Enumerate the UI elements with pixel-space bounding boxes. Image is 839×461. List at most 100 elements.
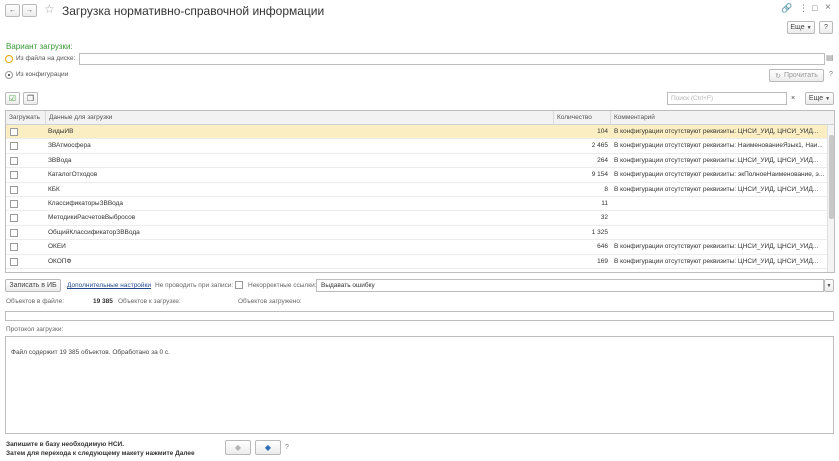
refresh-icon: ↻ — [775, 72, 781, 80]
read-label: Прочитать — [783, 72, 818, 79]
table-row[interactable]: ВидыИВ 104 В конфигурации отсутствуют рекв… — [6, 125, 828, 140]
to-load-label: Объектов к загрузке: — [118, 298, 181, 305]
favorite-star-icon[interactable]: ☆ — [44, 2, 55, 16]
row-count: 104 — [597, 128, 608, 135]
row-data-name: ЗВВода — [48, 156, 72, 164]
row-data-name: ОКОПФ — [48, 257, 72, 265]
bad-links-dropdown-button[interactable]: ▼ — [824, 279, 834, 292]
log-label: Протокол загрузки: — [6, 326, 64, 333]
load-checkbox[interactable] — [10, 185, 18, 194]
diamond-left-icon: ◆ — [234, 443, 242, 452]
row-comment: В конфигурации отсутствуют реквизиты: ЦН… — [614, 257, 819, 265]
row-count: 646 — [597, 243, 608, 251]
from-file-radio[interactable] — [5, 55, 13, 63]
load-checkbox[interactable] — [10, 257, 18, 266]
column-header-comment[interactable]: Комментарий — [611, 111, 834, 125]
load-checkbox[interactable] — [10, 171, 18, 180]
search-input[interactable]: Поиск (Ctrl+F) — [667, 92, 787, 105]
loaded-label: Объектов загружено: — [238, 298, 302, 305]
row-data-name: ОКЕИ — [48, 243, 66, 251]
table-more-label: Еще — [808, 95, 824, 102]
chevron-down-icon: ▼ — [806, 24, 812, 31]
uncheck-all-button[interactable]: ❐ — [23, 92, 38, 105]
bad-links-select[interactable]: Выдавать ошибку — [316, 279, 824, 292]
help-label: ? — [824, 24, 828, 31]
uncheck-all-icon: ❐ — [26, 94, 35, 103]
clear-label: × — [790, 95, 796, 102]
table-more-button[interactable]: Еще ▼ — [805, 92, 834, 105]
row-comment: В конфигурации отсутствуют реквизиты: На… — [614, 142, 823, 150]
in-file-value: 19 385 — [93, 298, 113, 305]
table-row[interactable]: КлассификаторыЗВВода 11 — [6, 197, 828, 212]
column-header-data[interactable]: Данные для загрузки — [46, 111, 554, 125]
from-config-radio[interactable] — [5, 71, 13, 79]
more-button[interactable]: Еще ▼ — [787, 21, 815, 34]
table-row[interactable]: ОКЕИ 646 В конфигурации отсутствуют реквиз… — [6, 240, 828, 255]
write-label: Записать в ИБ — [9, 282, 57, 289]
load-checkbox[interactable] — [10, 214, 18, 223]
close-icon[interactable]: × — [825, 2, 831, 13]
load-checkbox[interactable] — [10, 243, 18, 252]
table-row[interactable]: ЗВВода 264 В конфигурации отсутствуют рекв… — [6, 154, 828, 169]
footer-help-label[interactable]: ? — [285, 444, 289, 451]
row-data-name: ЗВАтмосфера — [48, 142, 91, 150]
read-help-label[interactable]: ? — [829, 71, 833, 78]
load-checkbox[interactable] — [10, 199, 18, 208]
from-config-label: Из конфигурации — [16, 71, 69, 78]
table-row[interactable]: МетодикиРасчетовВыбросов 32 — [6, 211, 828, 226]
table-row[interactable]: ОбщийКлассификаторЗВВода 1 325 — [6, 226, 828, 241]
clear-search-button[interactable]: × — [788, 92, 798, 105]
menu-dots-icon[interactable]: ⋮ — [799, 3, 808, 14]
row-data-name: ВидыИВ — [48, 128, 74, 135]
table-row[interactable]: КБК 8 В конфигурации отсутствуют реквизиты… — [6, 183, 828, 197]
link-icon[interactable]: 🔗 — [781, 3, 792, 14]
row-count: 32 — [600, 214, 608, 222]
no-post-checkbox[interactable] — [235, 281, 243, 289]
table-row[interactable]: ОКОПФ 169 В конфигурации отсутствуют рекви… — [6, 255, 828, 269]
load-checkbox[interactable] — [10, 228, 18, 237]
chevron-down-icon: ▼ — [826, 282, 832, 289]
check-all-button[interactable]: ☑ — [5, 92, 20, 105]
row-count: 8 — [604, 185, 608, 193]
table-row[interactable]: ЗВАтмосфера 2 465 В конфигурации отсутству… — [6, 139, 828, 154]
open-file-icon[interactable]: ▤ — [826, 53, 834, 62]
read-button[interactable]: ↻ Прочитать — [769, 69, 824, 82]
log-textarea[interactable]: Файл содержит 19 385 объектов. Обработан… — [5, 336, 834, 434]
back-button[interactable]: ← — [5, 4, 20, 17]
row-data-name: ОбщийКлассификаторЗВВода — [48, 228, 140, 236]
forward-button[interactable]: → — [22, 4, 37, 17]
row-count: 264 — [597, 156, 608, 164]
table-body: ВидыИВ 104 В конфигурации отсутствуют рекв… — [6, 125, 828, 269]
extra-settings-link[interactable]: Дополнительные настройки — [67, 282, 151, 289]
row-count: 1 325 — [591, 228, 608, 236]
load-checkbox[interactable] — [10, 156, 18, 165]
column-header-load[interactable]: Загружать — [6, 111, 46, 125]
footer-line-2: Затем для перехода к следующему макету н… — [6, 450, 195, 457]
bad-links-value: Выдавать ошибку — [321, 282, 375, 289]
row-count: 9 154 — [591, 171, 608, 179]
footer-line-1: Запишите в базу необходимую НСИ. — [6, 441, 125, 448]
column-header-count[interactable]: Количество — [554, 111, 611, 125]
in-file-label: Объектов в файле: — [6, 298, 65, 305]
next-button[interactable]: ◆ — [255, 440, 281, 455]
more-label: Еще — [790, 24, 805, 31]
check-all-icon: ☑ — [8, 94, 17, 103]
table-header: Загружать Данные для загрузки Количество… — [6, 111, 834, 125]
row-comment: В конфигурации отсутствуют реквизиты: ЦН… — [614, 128, 819, 135]
table-row[interactable]: КаталогОтходов 9 154 В конфигурации отсутс… — [6, 168, 828, 183]
load-checkbox[interactable] — [10, 142, 18, 151]
scrollbar-thumb[interactable] — [829, 135, 834, 219]
chevron-down-icon: ▼ — [825, 95, 831, 102]
row-data-name: МетодикиРасчетовВыбросов — [48, 214, 136, 222]
help-button[interactable]: ? — [819, 21, 833, 34]
row-comment: В конфигурации отсутствуют реквизиты: ЦН… — [614, 156, 819, 164]
row-data-name: КБК — [48, 185, 60, 193]
prev-button[interactable]: ◆ — [225, 440, 251, 455]
load-checkbox[interactable] — [10, 128, 18, 136]
table-scrollbar[interactable] — [827, 125, 834, 272]
write-to-db-button[interactable]: Записать в ИБ — [5, 279, 61, 292]
file-path-input[interactable] — [79, 53, 825, 65]
maximize-icon[interactable]: □ — [812, 3, 817, 13]
row-comment: В конфигурации отсутствуют реквизиты: ЦН… — [614, 243, 819, 251]
arrow-right-icon: → — [26, 7, 33, 14]
